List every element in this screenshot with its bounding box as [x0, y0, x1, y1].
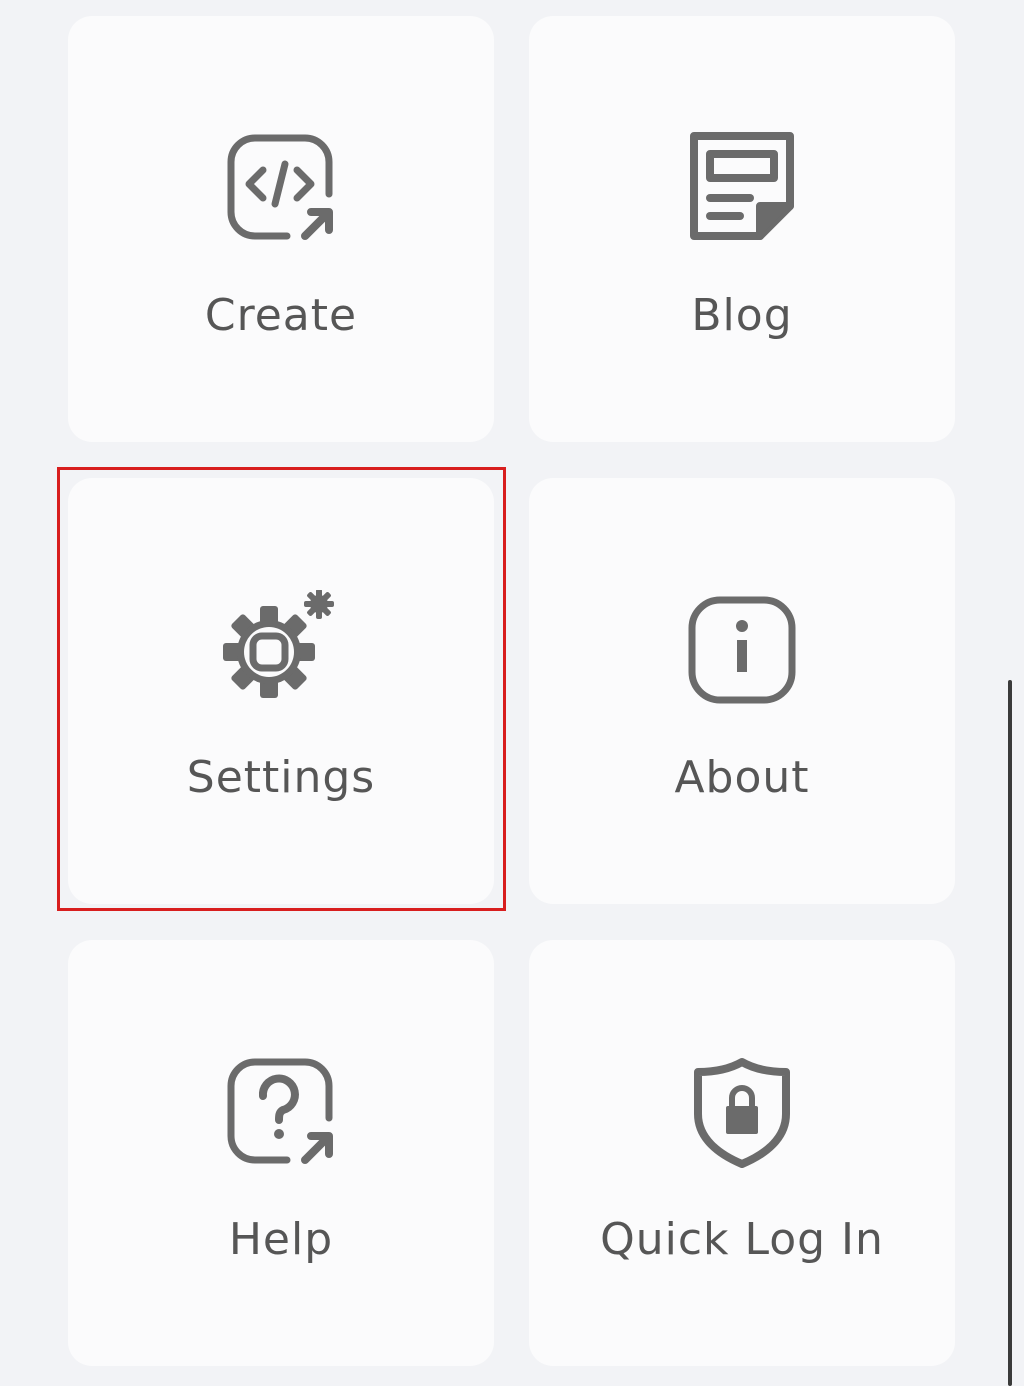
menu-tile-about[interactable]: About: [529, 478, 955, 904]
menu-tile-label: Settings: [186, 752, 376, 803]
blog-document-icon: [682, 128, 802, 248]
menu-tile-label: Quick Log In: [600, 1214, 884, 1265]
shield-lock-icon: [682, 1052, 802, 1172]
gear-icon: [221, 590, 341, 710]
info-icon: [682, 590, 802, 710]
menu-tile-label: Help: [228, 1214, 334, 1265]
menu-tile-blog[interactable]: Blog: [529, 16, 955, 442]
menu-tile-help[interactable]: Help: [68, 940, 494, 1366]
code-external-link-icon: [221, 128, 341, 248]
menu-tile-quick-log-in[interactable]: Quick Log In: [529, 940, 955, 1366]
help-external-link-icon: [221, 1052, 341, 1172]
menu-tile-label: Create: [204, 290, 358, 341]
scrollbar[interactable]: [1008, 680, 1012, 1386]
menu-tile-create[interactable]: Create: [68, 16, 494, 442]
menu-tile-settings[interactable]: Settings: [68, 478, 494, 904]
menu-tile-label: Blog: [691, 290, 793, 341]
menu-tile-label: About: [674, 752, 810, 803]
